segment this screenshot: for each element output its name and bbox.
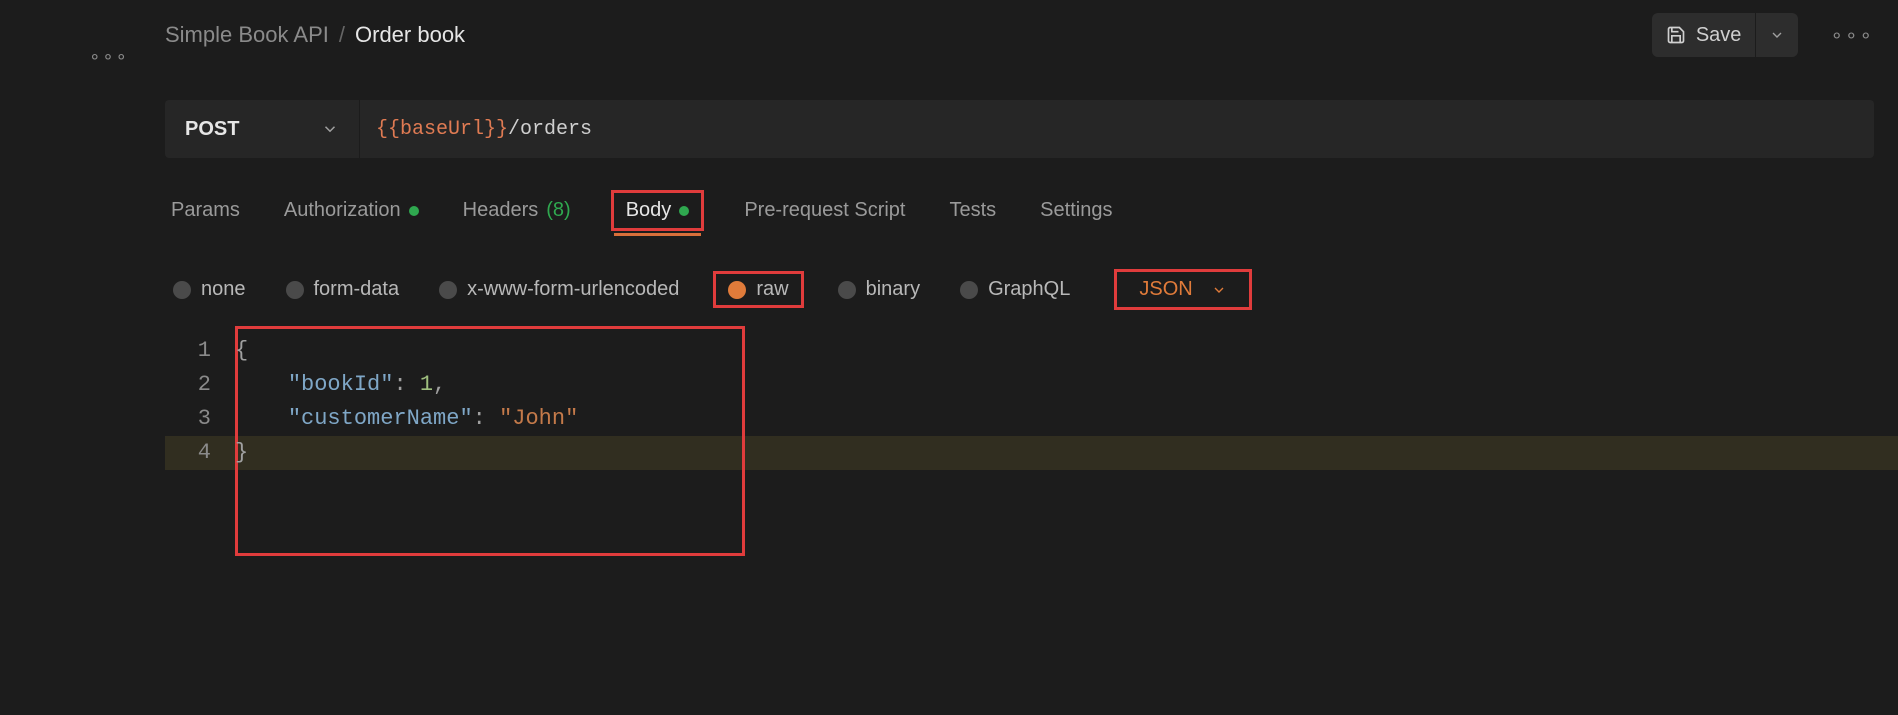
breadcrumb-separator: / [339, 22, 345, 48]
save-button[interactable]: Save [1652, 13, 1756, 57]
more-options-icon[interactable]: ∘∘∘ [1830, 23, 1874, 48]
radio-icon [173, 281, 191, 299]
status-dot-icon [679, 206, 689, 216]
breadcrumb-request[interactable]: Order book [355, 22, 465, 48]
line-gutter: 1 2 3 4 [165, 334, 235, 470]
body-type-row: none form-data x-www-form-urlencoded raw… [165, 263, 1874, 316]
save-button-group: Save [1652, 13, 1799, 57]
method-value: POST [185, 118, 239, 141]
body-format-select[interactable]: JSON [1114, 269, 1251, 310]
save-dropdown-button[interactable] [1756, 13, 1798, 57]
request-url-bar: POST {{baseUrl}}/orders [165, 100, 1874, 158]
tab-tests[interactable]: Tests [945, 190, 1000, 231]
request-tabs: Params Authorization Headers (8) Body Pr… [165, 182, 1874, 239]
chevron-down-icon [1769, 27, 1785, 43]
body-type-graphql[interactable]: GraphQL [954, 274, 1076, 305]
code-content[interactable]: { "bookId": 1, "customerName": "John" } [235, 334, 1874, 470]
body-type-binary[interactable]: binary [832, 274, 926, 305]
method-select[interactable]: POST [165, 100, 360, 158]
body-type-urlencoded[interactable]: x-www-form-urlencoded [433, 274, 685, 305]
radio-icon [960, 281, 978, 299]
line-number: 2 [165, 368, 211, 402]
save-label: Save [1696, 24, 1742, 47]
body-format-value: JSON [1139, 278, 1192, 301]
body-type-none[interactable]: none [167, 274, 252, 305]
breadcrumb: Simple Book API / Order book [165, 22, 1640, 48]
tab-overflow-icon[interactable]: ∘∘∘ [85, 32, 133, 80]
chevron-down-icon [1211, 282, 1227, 298]
radio-icon [838, 281, 856, 299]
line-number: 3 [165, 402, 211, 436]
body-type-raw[interactable]: raw [713, 271, 803, 308]
radio-icon [286, 281, 304, 299]
tab-settings[interactable]: Settings [1036, 190, 1116, 231]
url-path: /orders [508, 118, 592, 141]
chevron-down-icon [321, 120, 339, 138]
tab-headers[interactable]: Headers (8) [459, 190, 575, 231]
tab-params[interactable]: Params [167, 190, 244, 231]
line-number: 4 [165, 436, 211, 470]
code-editor[interactable]: 1 2 3 4 { "bookId": 1, "customerName": "… [165, 334, 1874, 470]
radio-icon [728, 281, 746, 299]
sidebar-strip [0, 0, 75, 715]
line-number: 1 [165, 334, 211, 368]
body-type-form-data[interactable]: form-data [280, 274, 406, 305]
tab-authorization[interactable]: Authorization [280, 190, 423, 231]
status-dot-icon [409, 206, 419, 216]
radio-icon [439, 281, 457, 299]
tab-body[interactable]: Body [611, 190, 705, 231]
url-input[interactable]: {{baseUrl}}/orders [360, 118, 1874, 141]
url-variable: {{baseUrl}} [376, 118, 508, 141]
tab-pre-request-script[interactable]: Pre-request Script [740, 190, 909, 231]
breadcrumb-collection[interactable]: Simple Book API [165, 22, 329, 48]
save-icon [1666, 25, 1686, 45]
